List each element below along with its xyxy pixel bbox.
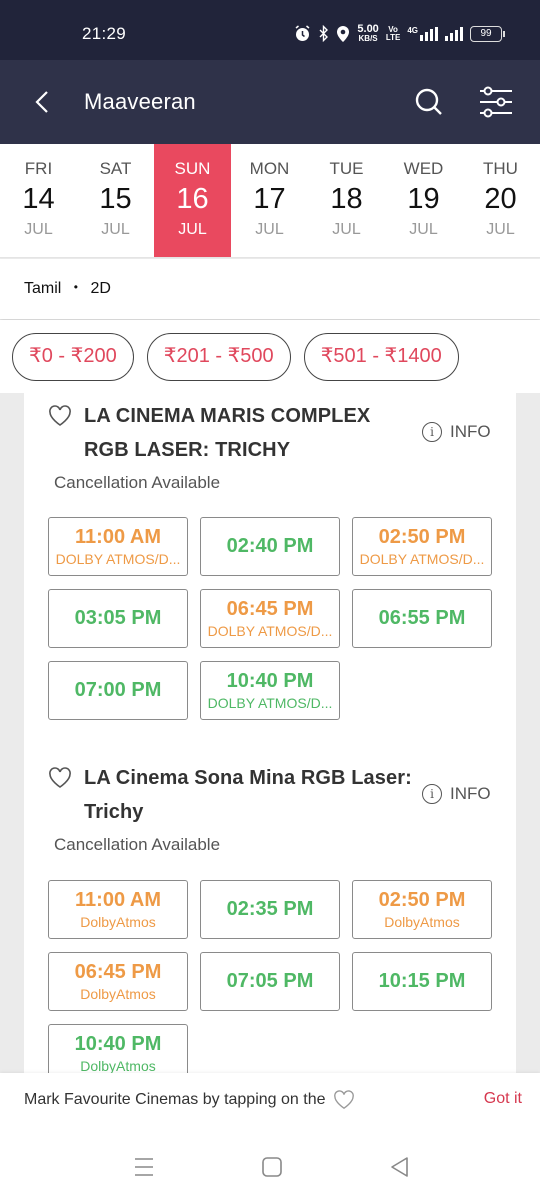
- cinema-name[interactable]: LA Cinema Sona Mina RGB Laser: Trichy: [84, 761, 424, 829]
- cancellation-label: Cancellation Available: [54, 835, 221, 854]
- signal-icon-2: [445, 26, 463, 41]
- showtime-button[interactable]: 07:00 PM: [48, 661, 188, 720]
- date-selector: FRI 14 JUL SAT 15 JUL SUN 16 JUL MON 17 …: [0, 144, 540, 258]
- info-icon: i: [422, 422, 442, 442]
- system-nav-bar: [0, 1125, 540, 1200]
- heart-icon[interactable]: [48, 767, 72, 789]
- showtime-button[interactable]: 03:05 PM: [48, 589, 188, 648]
- heart-icon: [334, 1090, 355, 1109]
- showtime-button[interactable]: 11:00 AM DOLBY ATMOS/D...: [48, 517, 188, 576]
- price-filter-chip[interactable]: ₹501 - ₹1400: [303, 333, 459, 381]
- format-bar: Tamil • 2D: [0, 259, 540, 319]
- price-filter-bar: ₹0 - ₹200 ₹201 - ₹500 ₹501 - ₹1400: [0, 320, 540, 393]
- page-title: Maaveeran: [84, 89, 196, 114]
- search-icon[interactable]: [414, 87, 444, 117]
- cinema-card: LA CINEMA MARIS COMPLEX RGB LASER: TRICH…: [24, 393, 516, 753]
- filter-icon[interactable]: [478, 86, 512, 118]
- showtime-button[interactable]: 06:45 PM DOLBY ATMOS/D...: [200, 589, 340, 648]
- price-filter-chip[interactable]: ₹201 - ₹500: [146, 333, 291, 381]
- clock: 21:29: [82, 24, 127, 43]
- showtime-button[interactable]: 02:50 PM DolbyAtmos: [352, 880, 492, 939]
- recents-icon[interactable]: [132, 1155, 156, 1179]
- language-format[interactable]: Tamil • 2D: [24, 280, 111, 298]
- date-sun-16-selected[interactable]: SUN 16 JUL: [154, 144, 231, 257]
- showtime-button[interactable]: 10:40 PM DOLBY ATMOS/D...: [200, 661, 340, 720]
- showtime-button[interactable]: 07:05 PM: [200, 952, 340, 1011]
- cinema-card: LA Cinema Sona Mina RGB Laser: Trichy i …: [24, 753, 516, 1083]
- showtime-button[interactable]: 02:40 PM: [200, 517, 340, 576]
- heart-icon[interactable]: [48, 405, 72, 427]
- back-nav-icon[interactable]: [388, 1155, 412, 1179]
- showtime-button[interactable]: 06:55 PM: [352, 589, 492, 648]
- signal-icon: 4G: [407, 26, 438, 41]
- bluetooth-icon: [319, 25, 329, 42]
- battery-icon: 99: [470, 25, 505, 42]
- alarm-icon: [295, 25, 310, 41]
- date-fri-14[interactable]: FRI 14 JUL: [0, 144, 77, 257]
- date-sat-15[interactable]: SAT 15 JUL: [77, 144, 154, 257]
- status-icons: 5.00 KB/S Vo LTE 4G 99: [294, 23, 505, 43]
- date-mon-17[interactable]: MON 17 JUL: [231, 144, 308, 257]
- showtime-button[interactable]: 10:15 PM: [352, 952, 492, 1011]
- info-button[interactable]: i INFO: [422, 784, 491, 804]
- status-bar: 21:29 5.00 KB/S Vo LTE 4G 99: [0, 0, 540, 60]
- date-wed-19[interactable]: WED 19 JUL: [385, 144, 462, 257]
- app-bar: Maaveeran: [0, 60, 540, 144]
- showtime-button[interactable]: 02:35 PM: [200, 880, 340, 939]
- favourites-tip-banner: Mark Favourite Cinemas by tapping on the…: [0, 1073, 540, 1125]
- showtime-button[interactable]: 02:50 PM DOLBY ATMOS/D...: [352, 517, 492, 576]
- info-icon: i: [422, 784, 442, 804]
- showtime-grid: 11:00 AM DolbyAtmos 02:35 PM 02:50 PM Do…: [48, 880, 492, 1083]
- tip-message: Mark Favourite Cinemas by tapping on the: [24, 1090, 355, 1110]
- network-speed: 5.00 KB/S: [357, 23, 379, 43]
- info-button[interactable]: i INFO: [422, 422, 491, 442]
- showtime-button[interactable]: 11:00 AM DolbyAtmos: [48, 880, 188, 939]
- showtime-button[interactable]: 06:45 PM DolbyAtmos: [48, 952, 188, 1011]
- price-filter-chip[interactable]: ₹0 - ₹200: [12, 333, 134, 381]
- date-tue-18[interactable]: TUE 18 JUL: [308, 144, 385, 257]
- location-icon: [337, 25, 350, 42]
- cancellation-label: Cancellation Available: [54, 473, 221, 492]
- back-icon[interactable]: [32, 88, 54, 116]
- volte-indicator: Vo LTE: [385, 24, 401, 42]
- cinema-name[interactable]: LA CINEMA MARIS COMPLEX RGB LASER: TRICH…: [84, 399, 394, 467]
- date-thu-20[interactable]: THU 20 JUL: [462, 144, 539, 257]
- got-it-button[interactable]: Got it: [484, 1090, 522, 1108]
- showtime-grid: 11:00 AM DOLBY ATMOS/D... 02:40 PM 02:50…: [48, 517, 492, 720]
- home-icon[interactable]: [260, 1155, 284, 1179]
